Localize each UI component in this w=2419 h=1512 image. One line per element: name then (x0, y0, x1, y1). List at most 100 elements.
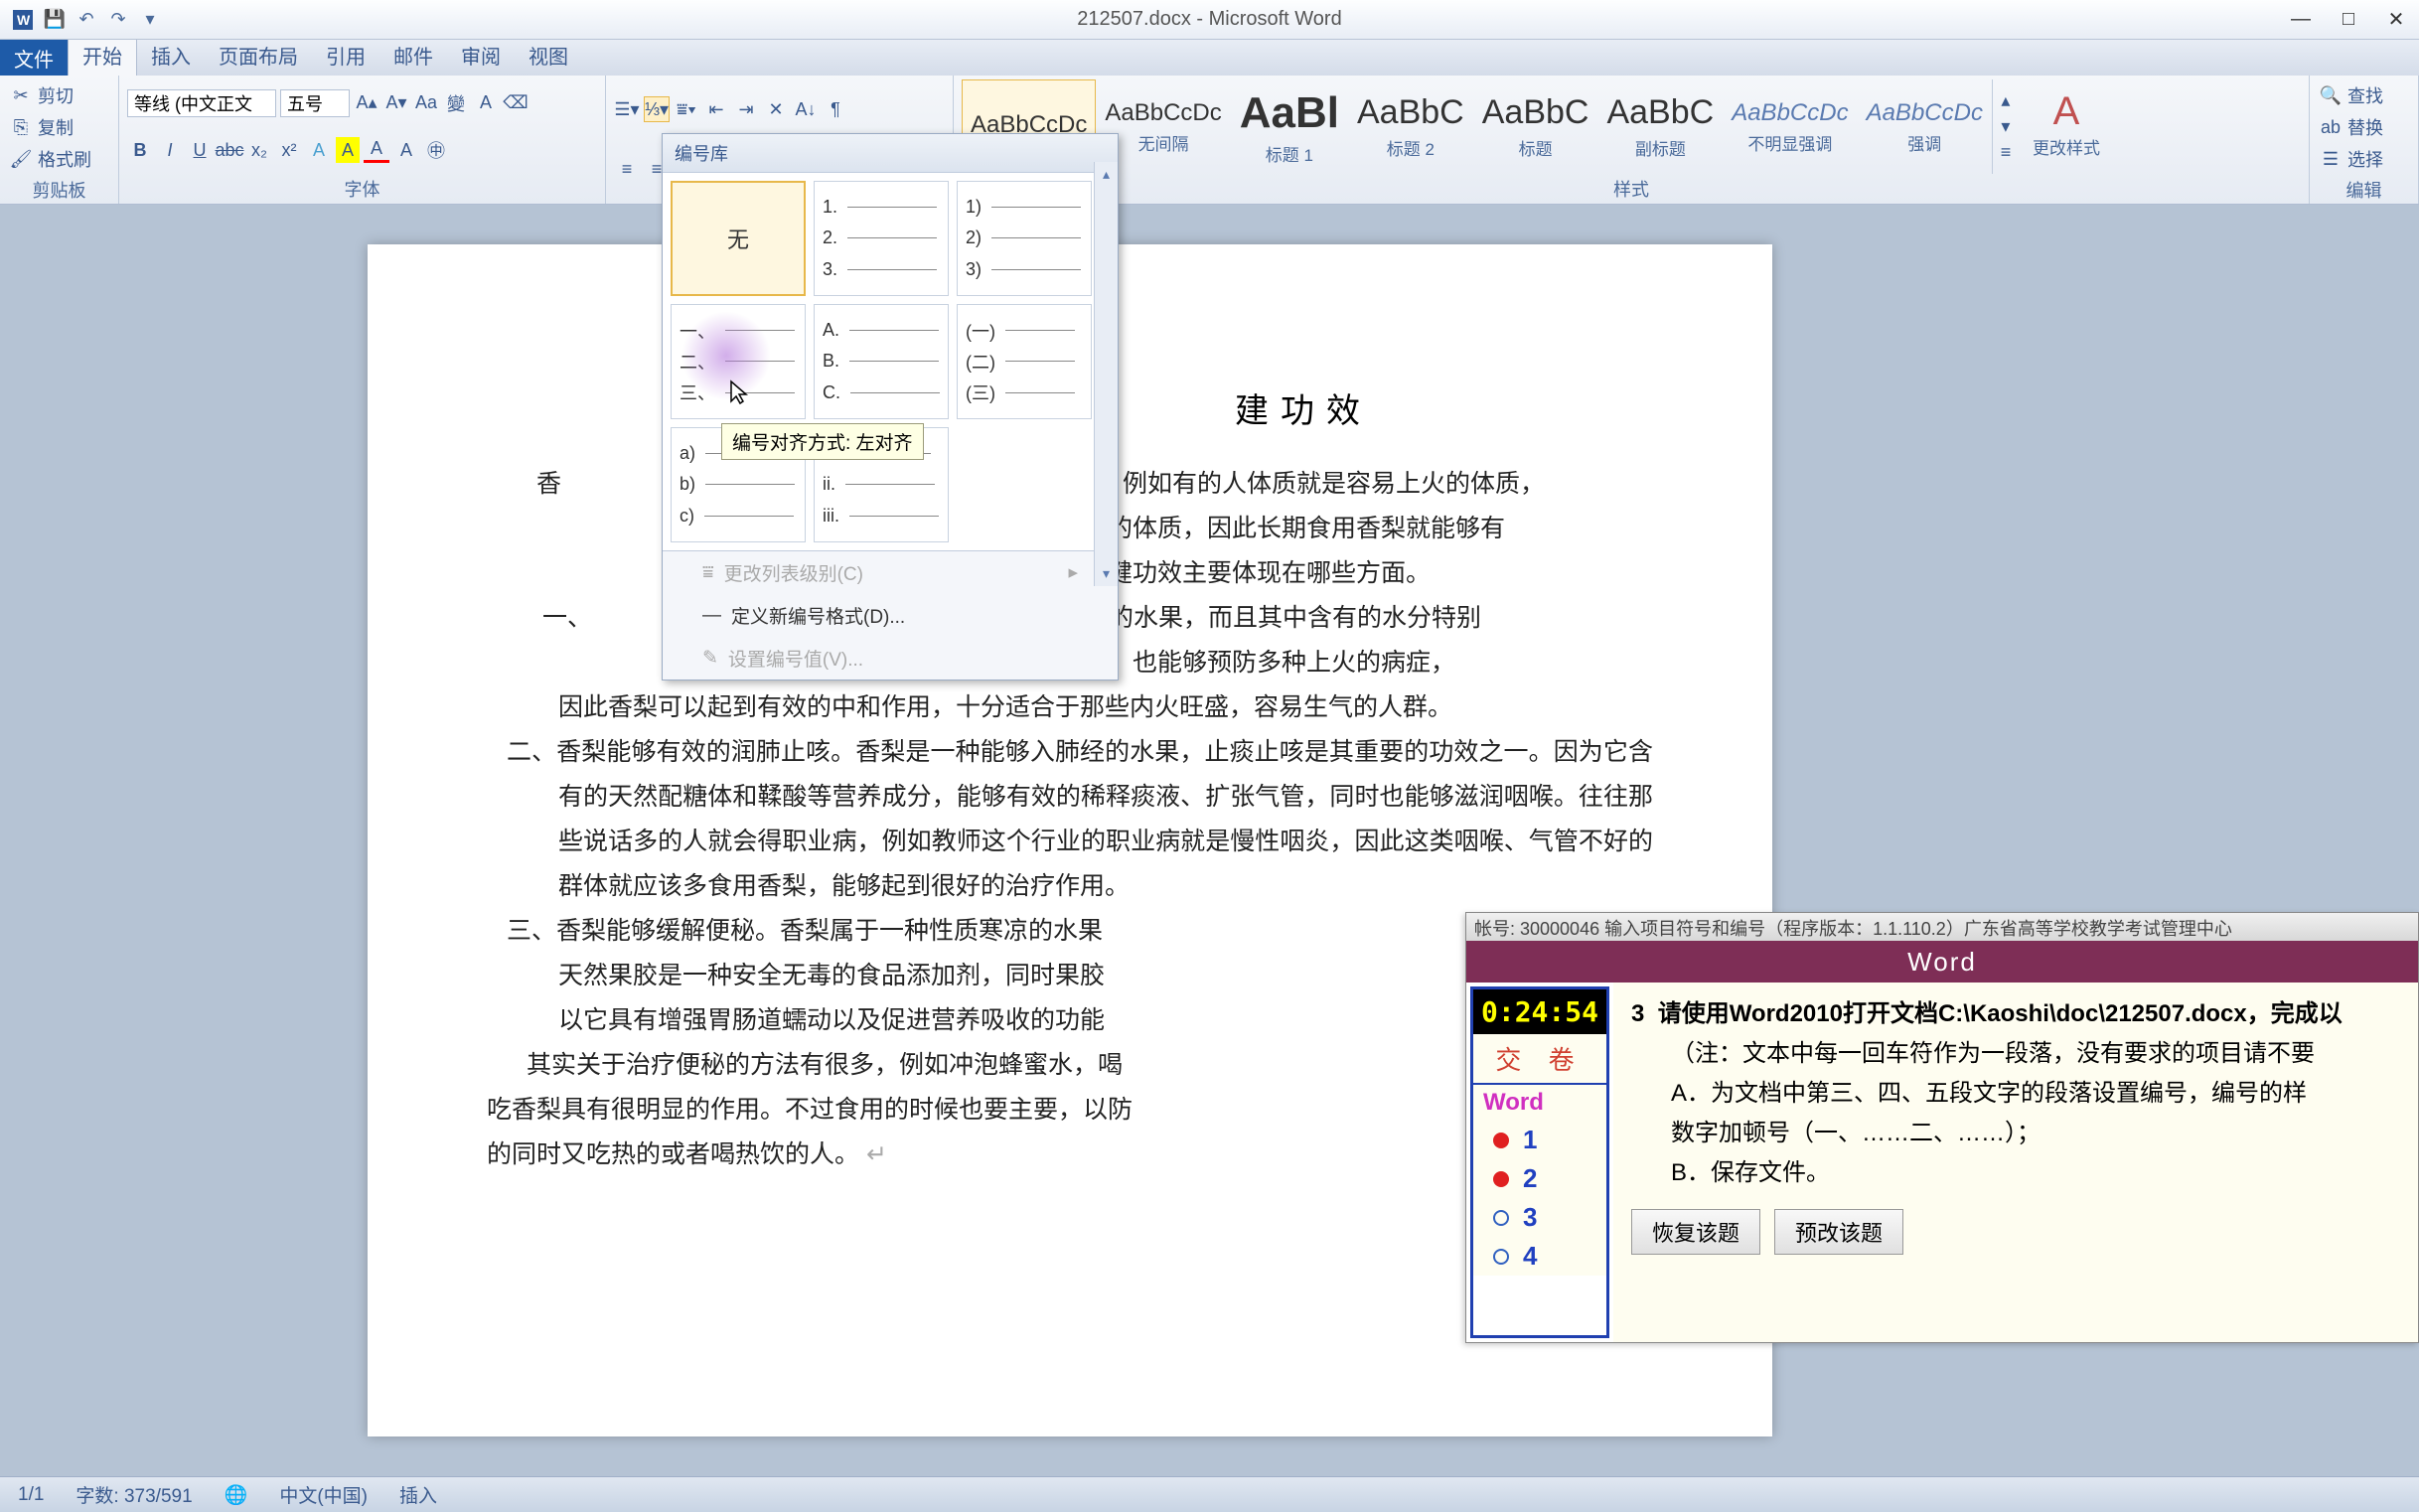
replace-label[interactable]: 替换 (2347, 114, 2383, 140)
clear-format-icon[interactable]: ⌫ (503, 90, 529, 116)
scroll-up-icon[interactable]: ▴ (1099, 162, 1114, 187)
change-styles-icon[interactable]: A (2022, 89, 2111, 134)
submit-exam-button[interactable]: 交 卷 (1473, 1034, 1606, 1085)
set-number-value-menu: ✎设置编号值(V)... (663, 637, 1118, 680)
language-icon[interactable]: 🌐 (217, 1483, 256, 1507)
shrink-font-icon[interactable]: A▾ (383, 90, 409, 116)
exam-nav-1[interactable]: 1 (1473, 1121, 1606, 1159)
style-more-icon[interactable]: ≡ (1993, 140, 2019, 166)
style-heading2[interactable]: AaBbC 标题 2 (1348, 79, 1473, 174)
numbering-format-upper-alpha[interactable]: A. B. C. (814, 304, 949, 419)
exam-header: Word (1466, 941, 2418, 983)
style-title[interactable]: AaBbC 标题 (1473, 79, 1598, 174)
style-scroll-down-icon[interactable]: ▾ (1993, 114, 2019, 140)
asian-layout-icon[interactable]: ✕ (763, 96, 789, 122)
status-word-count[interactable]: 字数: 373/591 (68, 1481, 200, 1508)
status-language[interactable]: 中文(中国) (271, 1481, 376, 1508)
preview-grade-button[interactable]: 预改该题 (1774, 1209, 1903, 1255)
numbering-format-decimal-paren[interactable]: 1) 2) 3) (957, 181, 1092, 296)
multilevel-icon[interactable]: ⩸▾ (674, 96, 699, 122)
word-icon: W (8, 5, 38, 35)
tab-view[interactable]: 视图 (515, 35, 582, 76)
maximize-button[interactable]: □ (2334, 5, 2363, 35)
grow-font-icon[interactable]: A▴ (354, 90, 379, 116)
qat-dropdown-icon[interactable]: ▾ (135, 5, 165, 35)
bullets-icon[interactable]: ☰▾ (614, 96, 640, 122)
tab-file[interactable]: 文件 (0, 40, 68, 76)
style-subtle-emphasis[interactable]: AaBbCcDc 不明显强调 (1723, 79, 1857, 174)
style-subtitle[interactable]: AaBbC 副标题 (1597, 79, 1723, 174)
phonetic-icon[interactable]: 變 (443, 90, 469, 116)
sort-icon[interactable]: A↓ (793, 96, 819, 122)
superscript-icon[interactable]: x² (276, 137, 302, 163)
scroll-down-icon[interactable]: ▾ (1099, 561, 1114, 586)
cut-label[interactable]: 剪切 (38, 82, 74, 108)
painter-label[interactable]: 格式刷 (38, 146, 91, 172)
enclose-char-icon[interactable]: ㊥ (423, 137, 449, 163)
change-styles-label[interactable]: 更改样式 (2022, 134, 2111, 159)
tab-home[interactable]: 开始 (68, 34, 137, 76)
define-new-format-menu[interactable]: —定义新编号格式(D)... (663, 594, 1118, 637)
scissors-icon[interactable]: ✂ (8, 82, 34, 108)
editing-group-label: 编辑 (2318, 175, 2410, 203)
bold-icon[interactable]: B (127, 137, 153, 163)
highlight-icon[interactable]: A (336, 137, 360, 163)
underline-icon[interactable]: U (187, 137, 213, 163)
tab-layout[interactable]: 页面布局 (205, 35, 312, 76)
status-page[interactable]: 1/1 (10, 1484, 52, 1506)
numbering-none[interactable]: 无 (671, 181, 806, 296)
svg-text:W: W (17, 12, 31, 28)
align-left-icon[interactable]: ≡ (614, 157, 640, 183)
exam-timer: 0:24:54 (1473, 989, 1606, 1034)
undo-icon[interactable]: ↶ (72, 5, 101, 35)
exam-nav-4[interactable]: 4 (1473, 1237, 1606, 1276)
increase-indent-icon[interactable]: ⇥ (733, 96, 759, 122)
save-icon[interactable]: 💾 (40, 5, 70, 35)
font-color-icon[interactable]: A (364, 137, 389, 163)
minimize-button[interactable]: — (2286, 5, 2316, 35)
strike-icon[interactable]: abc (217, 137, 242, 163)
select-label[interactable]: 选择 (2347, 146, 2383, 172)
style-heading1[interactable]: AaBl 标题 1 (1231, 79, 1348, 174)
subscript-icon[interactable]: x₂ (246, 137, 272, 163)
style-emphasis[interactable]: AaBbCcDc 强调 (1858, 79, 1992, 174)
tab-review[interactable]: 审阅 (447, 35, 515, 76)
tab-references[interactable]: 引用 (312, 35, 379, 76)
close-button[interactable]: ✕ (2381, 5, 2411, 35)
exam-nav: 0:24:54 交 卷 Word 1 2 3 4 (1470, 986, 1609, 1338)
find-icon[interactable]: 🔍 (2318, 82, 2343, 108)
restore-question-button[interactable]: 恢复该题 (1631, 1209, 1760, 1255)
font-name-combo[interactable]: 等线 (中文正文 (127, 89, 276, 117)
find-label[interactable]: 查找 (2347, 82, 2383, 108)
tab-insert[interactable]: 插入 (137, 35, 205, 76)
exam-nav-2[interactable]: 2 (1473, 1159, 1606, 1198)
italic-icon[interactable]: I (157, 137, 183, 163)
status-insert-mode[interactable]: 插入 (391, 1481, 445, 1508)
show-marks-icon[interactable]: ¶ (823, 96, 848, 122)
change-case-icon[interactable]: Aa (413, 90, 439, 116)
exam-nav-3[interactable]: 3 (1473, 1198, 1606, 1237)
copy-label[interactable]: 复制 (38, 114, 74, 140)
numbering-library-header: 编号库 (663, 134, 1118, 173)
font-size-combo[interactable]: 五号 (280, 89, 350, 117)
text-effects-icon[interactable]: A (306, 137, 332, 163)
decrease-indent-icon[interactable]: ⇤ (703, 96, 729, 122)
numbering-format-chinese-paren[interactable]: (一) (二) (三) (957, 304, 1092, 419)
font-group-label: 字体 (127, 174, 597, 202)
replace-icon[interactable]: ab (2318, 114, 2343, 140)
redo-icon[interactable]: ↷ (103, 5, 133, 35)
char-border-icon[interactable]: A (473, 90, 499, 116)
ribbon: ✂剪切 ⎘复制 🖌格式刷 剪贴板 等线 (中文正文 五号 A▴ A▾ Aa 變 … (0, 76, 2419, 205)
format-painter-icon[interactable]: 🖌 (8, 146, 34, 172)
select-icon[interactable]: ☰ (2318, 146, 2343, 172)
style-scroll-up-icon[interactable]: ▴ (1993, 88, 2019, 114)
change-list-level-menu: ⩸更改列表级别(C)▸ (663, 551, 1118, 594)
numbering-scrollbar[interactable]: ▴ ▾ (1094, 162, 1118, 586)
numbering-format-decimal-dot[interactable]: 1. 2. 3. (814, 181, 949, 296)
char-shading-icon[interactable]: A (393, 137, 419, 163)
numbering-icon[interactable]: ⅓▾ (644, 96, 670, 122)
style-gallery[interactable]: AaBbCcDc AaBbCcDc 无间隔 AaBl 标题 1 AaBbC 标题… (962, 79, 2301, 174)
numbering-grid: 无 1. 2. 3. 1) 2) 3) 一、 二、 三、 A. B. C. (一… (663, 173, 1118, 550)
tab-mailings[interactable]: 邮件 (379, 35, 447, 76)
copy-icon[interactable]: ⎘ (8, 114, 34, 140)
